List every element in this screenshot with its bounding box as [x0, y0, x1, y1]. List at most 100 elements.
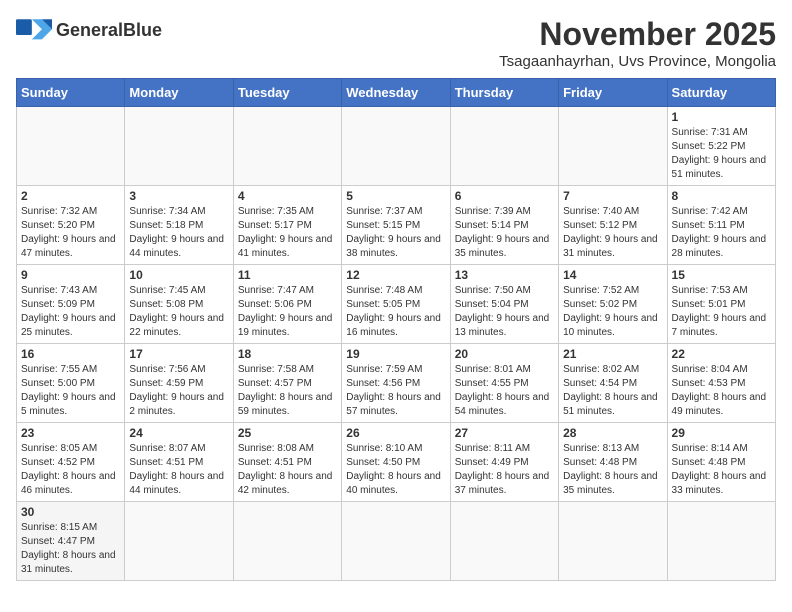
day-number: 28 [563, 426, 662, 440]
day-info: Sunrise: 7:32 AM Sunset: 5:20 PM Dayligh… [21, 205, 120, 261]
day-number: 19 [346, 347, 445, 361]
calendar-day-cell: 12Sunrise: 7:48 AM Sunset: 5:05 PM Dayli… [342, 265, 450, 344]
calendar-day-cell: 29Sunrise: 8:14 AM Sunset: 4:48 PM Dayli… [667, 423, 775, 502]
day-info: Sunrise: 7:45 AM Sunset: 5:08 PM Dayligh… [129, 284, 228, 340]
day-info: Sunrise: 8:08 AM Sunset: 4:51 PM Dayligh… [238, 442, 337, 498]
calendar-day-cell: 19 Sunrise: 7:59 AM Sunset: 4:56 PM Dayli… [342, 344, 450, 423]
calendar-day-cell: 11 Sunrise: 7:47 AM Sunset: 5:06 PM Dayli… [233, 265, 341, 344]
calendar-day-cell [342, 502, 450, 581]
calendar-day-cell [125, 502, 233, 581]
calendar-day-cell: 5 Sunrise: 7:37 AM Sunset: 5:15 PM Daylig… [342, 186, 450, 265]
calendar-day-cell [559, 502, 667, 581]
location-subtitle: Tsagaanhayrhan, Uvs Province, Mongolia [499, 53, 776, 70]
calendar-day-cell [450, 502, 558, 581]
calendar-day-cell: 23Sunrise: 8:05 AM Sunset: 4:52 PM Dayli… [17, 423, 125, 502]
day-info: Sunrise: 8:11 AM Sunset: 4:49 PM Dayligh… [455, 442, 554, 498]
day-info: Sunrise: 7:43 AM Sunset: 5:09 PM Dayligh… [21, 284, 120, 340]
calendar-day-cell: 27 Sunrise: 8:11 AM Sunset: 4:49 PM Dayli… [450, 423, 558, 502]
day-number: 25 [238, 426, 337, 440]
header: GeneralBlue November 2025 Tsagaanhayrhan… [16, 16, 776, 70]
day-info: Sunrise: 7:52 AM Sunset: 5:02 PM Dayligh… [563, 284, 662, 340]
calendar-week-row: 9 Sunrise: 7:43 AM Sunset: 5:09 PM Daylig… [17, 265, 776, 344]
calendar-day-cell: 17Sunrise: 7:56 AM Sunset: 4:59 PM Dayli… [125, 344, 233, 423]
calendar-day-cell [233, 502, 341, 581]
calendar-day-cell: 3Sunrise: 7:34 AM Sunset: 5:18 PM Daylig… [125, 186, 233, 265]
day-info: Sunrise: 8:05 AM Sunset: 4:52 PM Dayligh… [21, 442, 120, 498]
day-info: Sunrise: 7:56 AM Sunset: 4:59 PM Dayligh… [129, 363, 228, 419]
calendar-day-cell [667, 502, 775, 581]
calendar-week-row: 30 Sunrise: 8:15 AM Sunset: 4:47 PM Dayli… [17, 502, 776, 581]
weekday-header-wednesday: Wednesday [342, 79, 450, 107]
day-number: 8 [672, 189, 771, 203]
calendar-day-cell: 28 Sunrise: 8:13 AM Sunset: 4:48 PM Dayli… [559, 423, 667, 502]
day-number: 22 [672, 347, 771, 361]
day-info: Sunrise: 8:02 AM Sunset: 4:54 PM Dayligh… [563, 363, 662, 419]
day-number: 10 [129, 268, 228, 282]
calendar-day-cell [17, 107, 125, 186]
day-number: 15 [672, 268, 771, 282]
day-number: 11 [238, 268, 337, 282]
day-number: 5 [346, 189, 445, 203]
day-number: 13 [455, 268, 554, 282]
calendar-table: SundayMondayTuesdayWednesdayThursdayFrid… [16, 78, 776, 581]
day-info: Sunrise: 8:15 AM Sunset: 4:47 PM Dayligh… [21, 521, 120, 577]
calendar-day-cell: 6Sunrise: 7:39 AM Sunset: 5:14 PM Daylig… [450, 186, 558, 265]
day-info: Sunrise: 8:10 AM Sunset: 4:50 PM Dayligh… [346, 442, 445, 498]
logo-text: GeneralBlue [56, 20, 162, 41]
day-number: 21 [563, 347, 662, 361]
weekday-header-monday: Monday [125, 79, 233, 107]
calendar-day-cell: 22Sunrise: 8:04 AM Sunset: 4:53 PM Dayli… [667, 344, 775, 423]
calendar-day-cell: 1 Sunrise: 7:31 AM Sunset: 5:22 PM Daylig… [667, 107, 775, 186]
calendar-day-cell: 25 Sunrise: 8:08 AM Sunset: 4:51 PM Dayli… [233, 423, 341, 502]
calendar-day-cell: 26 Sunrise: 8:10 AM Sunset: 4:50 PM Dayli… [342, 423, 450, 502]
calendar-day-cell: 16 Sunrise: 7:55 AM Sunset: 5:00 PM Dayli… [17, 344, 125, 423]
day-info: Sunrise: 7:59 AM Sunset: 4:56 PM Dayligh… [346, 363, 445, 419]
day-info: Sunrise: 8:01 AM Sunset: 4:55 PM Dayligh… [455, 363, 554, 419]
calendar-day-cell: 9 Sunrise: 7:43 AM Sunset: 5:09 PM Daylig… [17, 265, 125, 344]
day-number: 14 [563, 268, 662, 282]
calendar-day-cell: 10 Sunrise: 7:45 AM Sunset: 5:08 PM Dayli… [125, 265, 233, 344]
calendar-day-cell: 30 Sunrise: 8:15 AM Sunset: 4:47 PM Dayli… [17, 502, 125, 581]
day-number: 20 [455, 347, 554, 361]
calendar-day-cell: 24 Sunrise: 8:07 AM Sunset: 4:51 PM Dayli… [125, 423, 233, 502]
day-info: Sunrise: 7:34 AM Sunset: 5:18 PM Dayligh… [129, 205, 228, 261]
calendar-week-row: 23Sunrise: 8:05 AM Sunset: 4:52 PM Dayli… [17, 423, 776, 502]
weekday-header-thursday: Thursday [450, 79, 558, 107]
month-title: November 2025 [499, 16, 776, 53]
calendar-day-cell: 20 Sunrise: 8:01 AM Sunset: 4:55 PM Dayli… [450, 344, 558, 423]
calendar-day-cell [233, 107, 341, 186]
day-number: 27 [455, 426, 554, 440]
day-number: 24 [129, 426, 228, 440]
day-number: 30 [21, 505, 120, 519]
day-info: Sunrise: 7:50 AM Sunset: 5:04 PM Dayligh… [455, 284, 554, 340]
calendar-day-cell: 4 Sunrise: 7:35 AM Sunset: 5:17 PM Daylig… [233, 186, 341, 265]
day-info: Sunrise: 8:13 AM Sunset: 4:48 PM Dayligh… [563, 442, 662, 498]
generalblue-logo-icon [16, 16, 52, 44]
calendar-day-cell: 8Sunrise: 7:42 AM Sunset: 5:11 PM Daylig… [667, 186, 775, 265]
day-number: 16 [21, 347, 120, 361]
day-number: 4 [238, 189, 337, 203]
calendar-day-cell [125, 107, 233, 186]
day-info: Sunrise: 7:37 AM Sunset: 5:15 PM Dayligh… [346, 205, 445, 261]
day-info: Sunrise: 7:55 AM Sunset: 5:00 PM Dayligh… [21, 363, 120, 419]
calendar-day-cell: 14 Sunrise: 7:52 AM Sunset: 5:02 PM Dayli… [559, 265, 667, 344]
calendar-day-cell [559, 107, 667, 186]
calendar-week-row: 1 Sunrise: 7:31 AM Sunset: 5:22 PM Daylig… [17, 107, 776, 186]
title-block: November 2025 Tsagaanhayrhan, Uvs Provin… [499, 16, 776, 70]
day-number: 12 [346, 268, 445, 282]
day-info: Sunrise: 7:47 AM Sunset: 5:06 PM Dayligh… [238, 284, 337, 340]
day-info: Sunrise: 8:07 AM Sunset: 4:51 PM Dayligh… [129, 442, 228, 498]
day-info: Sunrise: 7:31 AM Sunset: 5:22 PM Dayligh… [672, 126, 771, 182]
weekday-header-tuesday: Tuesday [233, 79, 341, 107]
day-info: Sunrise: 7:40 AM Sunset: 5:12 PM Dayligh… [563, 205, 662, 261]
calendar-day-cell: 15Sunrise: 7:53 AM Sunset: 5:01 PM Dayli… [667, 265, 775, 344]
day-number: 26 [346, 426, 445, 440]
calendar-day-cell: 18Sunrise: 7:58 AM Sunset: 4:57 PM Dayli… [233, 344, 341, 423]
day-info: Sunrise: 7:35 AM Sunset: 5:17 PM Dayligh… [238, 205, 337, 261]
logo: GeneralBlue [16, 16, 162, 44]
day-number: 1 [672, 110, 771, 124]
day-number: 18 [238, 347, 337, 361]
day-number: 2 [21, 189, 120, 203]
day-number: 9 [21, 268, 120, 282]
day-number: 7 [563, 189, 662, 203]
